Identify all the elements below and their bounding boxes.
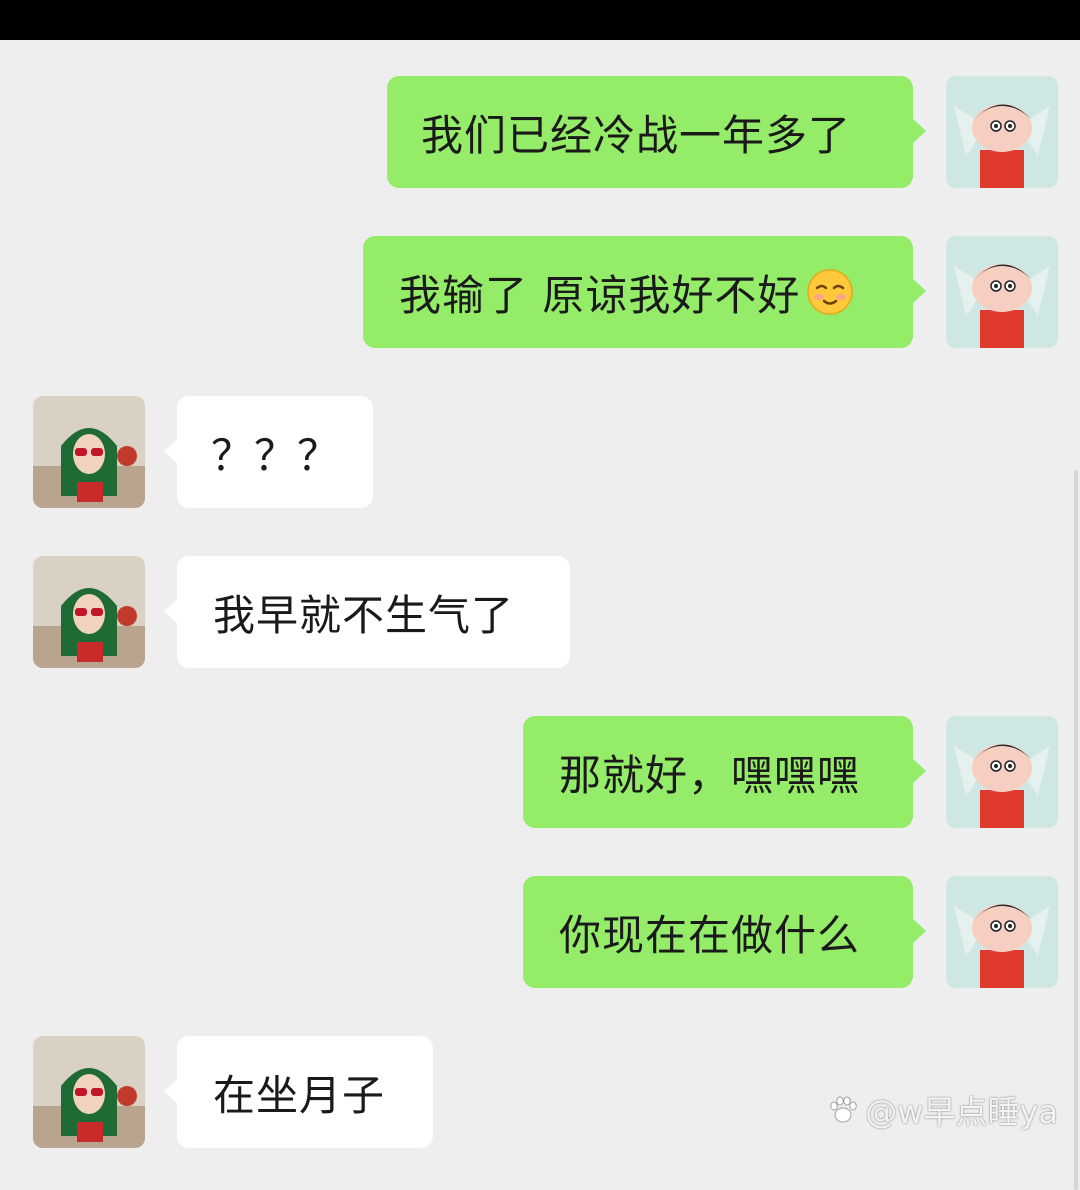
watermark: @w早点睡ya: [827, 1087, 1058, 1133]
girl-photo-avatar-icon: [33, 556, 145, 668]
my-avatar[interactable]: [946, 76, 1058, 188]
my-avatar[interactable]: [946, 876, 1058, 988]
cartoon-boy-avatar-icon: [946, 236, 1058, 348]
message-bubble-incoming[interactable]: 我早就不生气了: [177, 556, 570, 668]
message-text: 我输了 原谅我好不好: [399, 262, 800, 323]
message-bubble-incoming[interactable]: 在坐月子: [177, 1036, 433, 1148]
my-avatar[interactable]: [946, 236, 1058, 348]
cartoon-boy-avatar-icon: [946, 876, 1058, 988]
message-bubble-outgoing[interactable]: 我输了 原谅我好不好: [363, 236, 913, 348]
message-text: 你现在在做什么: [559, 902, 860, 963]
contact-avatar[interactable]: [33, 556, 145, 668]
message-text: 我们已经冷战一年多了: [421, 102, 851, 163]
scrollbar[interactable]: [1074, 470, 1078, 1190]
my-avatar[interactable]: [946, 716, 1058, 828]
contact-avatar[interactable]: [33, 396, 145, 508]
message-text: ？？？: [211, 422, 340, 483]
contact-avatar[interactable]: [33, 1036, 145, 1148]
status-bar: [0, 0, 1080, 40]
message-bubble-outgoing[interactable]: 那就好，嘿嘿嘿: [523, 716, 913, 828]
message-bubble-incoming[interactable]: ？？？: [177, 396, 373, 508]
girl-photo-avatar-icon: [33, 396, 145, 508]
message-bubble-outgoing[interactable]: 我们已经冷战一年多了: [387, 76, 913, 188]
girl-photo-avatar-icon: [33, 1036, 145, 1148]
shy-smile-emoji-icon: [806, 268, 854, 316]
message-text: 我早就不生气了: [213, 582, 514, 643]
cartoon-boy-avatar-icon: [946, 76, 1058, 188]
message-bubble-outgoing[interactable]: 你现在在做什么: [523, 876, 913, 988]
paw-icon: [827, 1094, 859, 1126]
message-text: 那就好，嘿嘿嘿: [559, 742, 860, 803]
watermark-text: @w早点睡ya: [865, 1087, 1058, 1133]
cartoon-boy-avatar-icon: [946, 716, 1058, 828]
message-text: 在坐月子: [213, 1062, 385, 1123]
